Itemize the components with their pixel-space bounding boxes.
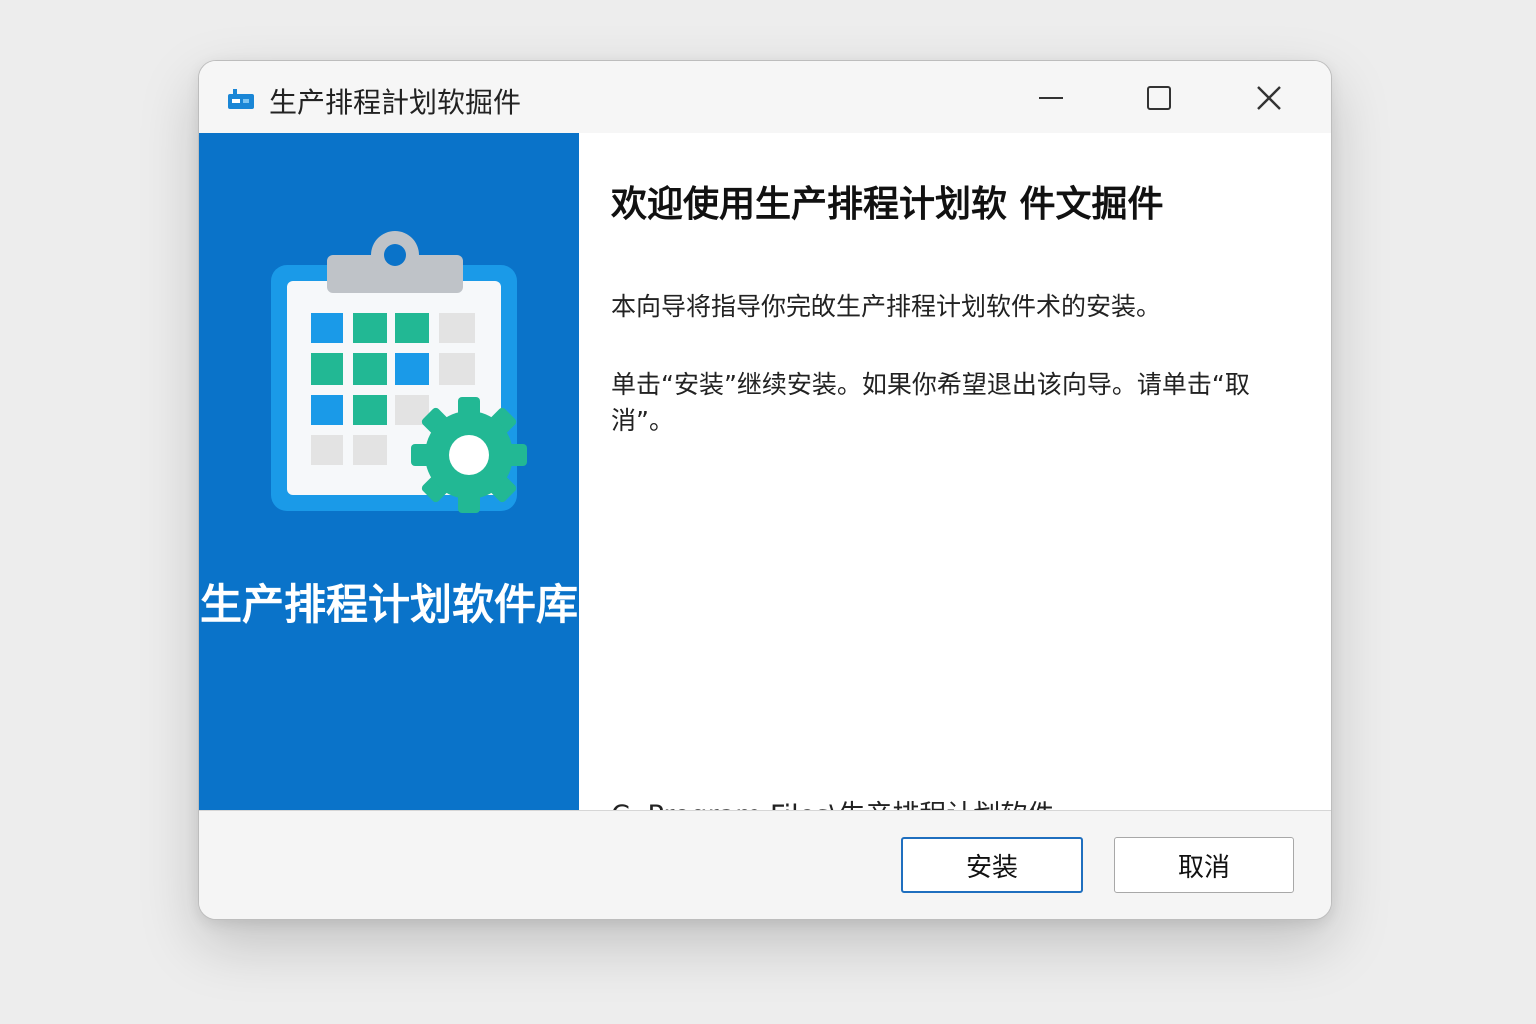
instruction-text: 单击“安装”继续安装。如果你希望退出该向导。请单击“取消”。 — [611, 370, 1250, 435]
title-bar[interactable]: 生产排程計划软掘件 — [199, 61, 1331, 133]
welcome-content: 欢迎使用生产排程计划软 件文掘件 本向导将指导你完敀生产排程计划软件术的安装。 … — [579, 133, 1331, 831]
install-button[interactable]: 安装 — [901, 837, 1083, 893]
intro-text: 本向导将指导你完敀生产排程计划软件术的安装。 — [611, 292, 1162, 321]
maximize-button[interactable] — [1129, 75, 1189, 121]
minimize-icon — [1039, 97, 1063, 99]
sidebar-product-title: 生产排程计划软件库 — [199, 580, 578, 629]
installer-window: 生产排程計划软掘件 生产排程计划软件库 欢迎使用生产排程计划软 件文掘件 本向导… — [198, 60, 1332, 920]
sidebar-banner: 生产排程计划软件库 — [199, 133, 579, 810]
close-button[interactable] — [1239, 75, 1299, 121]
close-icon — [1257, 86, 1281, 110]
welcome-heading: 欢迎使用生产排程计划软 件文掘件 — [611, 184, 1164, 225]
cancel-button[interactable]: 取消 — [1114, 837, 1294, 893]
minimize-button[interactable] — [1021, 75, 1081, 121]
maximize-icon — [1147, 86, 1171, 110]
button-bar: 安装 取消 — [199, 810, 1331, 919]
window-title: 生产排程計划软掘件 — [269, 86, 522, 119]
app-icon — [228, 89, 254, 109]
clipboard-calendar-gear-icon — [271, 231, 527, 513]
